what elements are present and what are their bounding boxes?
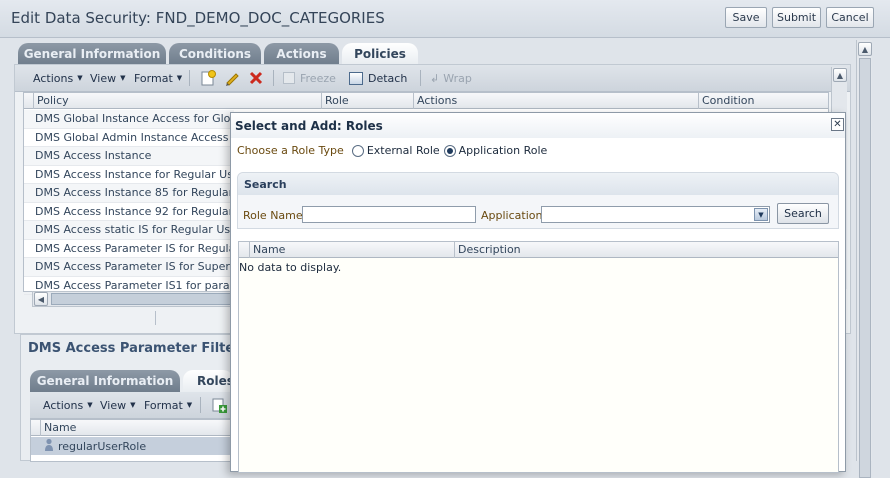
- table-row[interactable]: DMS Access Instance: [24, 147, 234, 166]
- policies-hscrollbar[interactable]: ◀: [32, 291, 232, 307]
- toolbar-divider: [420, 70, 421, 86]
- column-header-condition[interactable]: Condition: [698, 93, 828, 109]
- external-role-label[interactable]: External Role: [367, 144, 440, 157]
- table-row[interactable]: DMS Access Parameter IS for Super User: [24, 258, 234, 277]
- column-header-policy[interactable]: Policy: [33, 93, 322, 109]
- search-header-label: Search: [244, 178, 287, 191]
- results-table: Name Description No data to display.: [238, 241, 839, 473]
- detail-actions-menu[interactable]: Actions ▼: [43, 392, 93, 418]
- tab-actions[interactable]: Actions: [264, 43, 339, 65]
- empty-message: No data to display.: [239, 261, 342, 274]
- role-name-cell: regularUserRole: [58, 439, 147, 453]
- page-scroll-thumb[interactable]: [859, 58, 871, 478]
- column-header-actions[interactable]: Actions: [413, 93, 699, 109]
- external-role-radio[interactable]: [351, 144, 364, 157]
- detail-tab-roles[interactable]: Roles: [183, 370, 234, 392]
- table-row[interactable]: DMS Access Parameter IS for Regular Us: [24, 240, 234, 258]
- toolbar-divider: [200, 397, 201, 413]
- scroll-up-icon[interactable]: ▲: [833, 68, 847, 82]
- column-header-name[interactable]: Name: [40, 420, 230, 436]
- column-header-description[interactable]: Description: [454, 242, 838, 258]
- view-menu[interactable]: View ▼: [90, 65, 126, 91]
- add-role-icon[interactable]: [210, 396, 228, 414]
- detail-panel: DMS Access Parameter Filter1 for General…: [20, 334, 275, 462]
- application-role-label[interactable]: Application Role: [459, 144, 548, 157]
- table-row[interactable]: DMS Access Instance 92 for Regular Use: [24, 203, 234, 221]
- column-header-role[interactable]: Role: [321, 93, 413, 109]
- table-row[interactable]: DMS Global Instance Access for Global Do: [24, 110, 234, 129]
- application-select[interactable]: ▼: [541, 206, 770, 223]
- wrap-button[interactable]: ↲ Wrap: [430, 65, 472, 91]
- hscroll-thumb[interactable]: [51, 293, 231, 305]
- new-icon[interactable]: [199, 69, 217, 87]
- close-icon[interactable]: ✕: [831, 118, 844, 131]
- search-panel: Search Role Name Application ▼ Search: [237, 172, 839, 229]
- column-header-name[interactable]: Name: [249, 242, 455, 258]
- application-role-radio[interactable]: [443, 144, 456, 157]
- table-row[interactable]: DMS Global Admin Instance Access for Gl: [24, 129, 234, 147]
- table-row[interactable]: DMS Access static IS for Regular User Ro: [24, 221, 234, 240]
- status-divider: [155, 311, 156, 325]
- results-table-header: Name Description: [239, 242, 838, 258]
- scroll-left-icon[interactable]: ◀: [34, 292, 48, 306]
- detail-format-menu[interactable]: Format ▼: [144, 392, 192, 418]
- search-button[interactable]: Search: [777, 203, 829, 224]
- detach-button[interactable]: Detach: [349, 65, 407, 91]
- detail-toolbar: Actions ▼ View ▼ Format ▼: [30, 392, 233, 419]
- user-icon: [44, 438, 54, 455]
- select-add-roles-dialog: Select and Add: Roles ✕ Choose a Role Ty…: [230, 112, 846, 473]
- table-row[interactable]: regularUserRole: [31, 437, 232, 455]
- scroll-up-icon[interactable]: ▲: [858, 42, 872, 56]
- tab-general-information[interactable]: General Information: [18, 43, 166, 65]
- tab-policies[interactable]: Policies: [342, 43, 418, 65]
- table-row[interactable]: DMS Access Instance for Regular User Ro: [24, 166, 234, 184]
- toolbar-divider: [273, 70, 274, 86]
- freeze-button[interactable]: Freeze: [283, 65, 336, 91]
- dialog-titlebar: Select and Add: Roles ✕: [231, 113, 845, 138]
- detail-tab-general-information[interactable]: General Information: [30, 370, 180, 392]
- search-header: Search: [238, 173, 838, 195]
- page-header: Edit Data Security: FND_DEMO_DOC_CATEGOR…: [0, 0, 890, 38]
- edit-pencil-icon[interactable]: [223, 69, 241, 87]
- role-name-label: Role Name: [243, 209, 303, 222]
- role-name-input[interactable]: [302, 206, 476, 223]
- toolbar-divider: [189, 70, 190, 86]
- table-row[interactable]: DMS Access Instance 85 for Regular Use: [24, 184, 234, 203]
- format-menu[interactable]: Format ▼: [134, 65, 182, 91]
- roles-table: Name regularUserRole: [30, 419, 234, 462]
- freeze-icon: [283, 72, 295, 84]
- wrap-icon: ↲: [430, 71, 440, 85]
- policies-toolbar: Actions ▼ View ▼ Format ▼ Freeze Detach ↲ W…: [15, 65, 850, 92]
- save-button[interactable]: Save: [725, 7, 767, 28]
- delete-x-icon[interactable]: [247, 69, 265, 87]
- roles-table-header: Name: [31, 420, 234, 436]
- cancel-button[interactable]: Cancel: [826, 7, 874, 28]
- dialog-title: Select and Add: Roles: [235, 119, 383, 133]
- detach-icon: [349, 71, 363, 85]
- role-type-row: Choose a Role Type External Role Applica…: [237, 144, 547, 157]
- page-scrollbar[interactable]: ▲: [856, 40, 872, 478]
- submit-button[interactable]: Submit: [772, 7, 821, 28]
- page-title: Edit Data Security: FND_DEMO_DOC_CATEGOR…: [11, 9, 385, 27]
- role-type-label: Choose a Role Type: [237, 144, 344, 157]
- detail-view-menu[interactable]: View ▼: [100, 392, 136, 418]
- actions-menu[interactable]: Actions ▼: [33, 65, 83, 91]
- policies-table-header: Policy Role Actions Condition: [24, 93, 828, 109]
- application-label: Application: [481, 209, 543, 222]
- dropdown-arrow-icon[interactable]: ▼: [754, 208, 768, 221]
- tab-conditions[interactable]: Conditions: [169, 43, 261, 65]
